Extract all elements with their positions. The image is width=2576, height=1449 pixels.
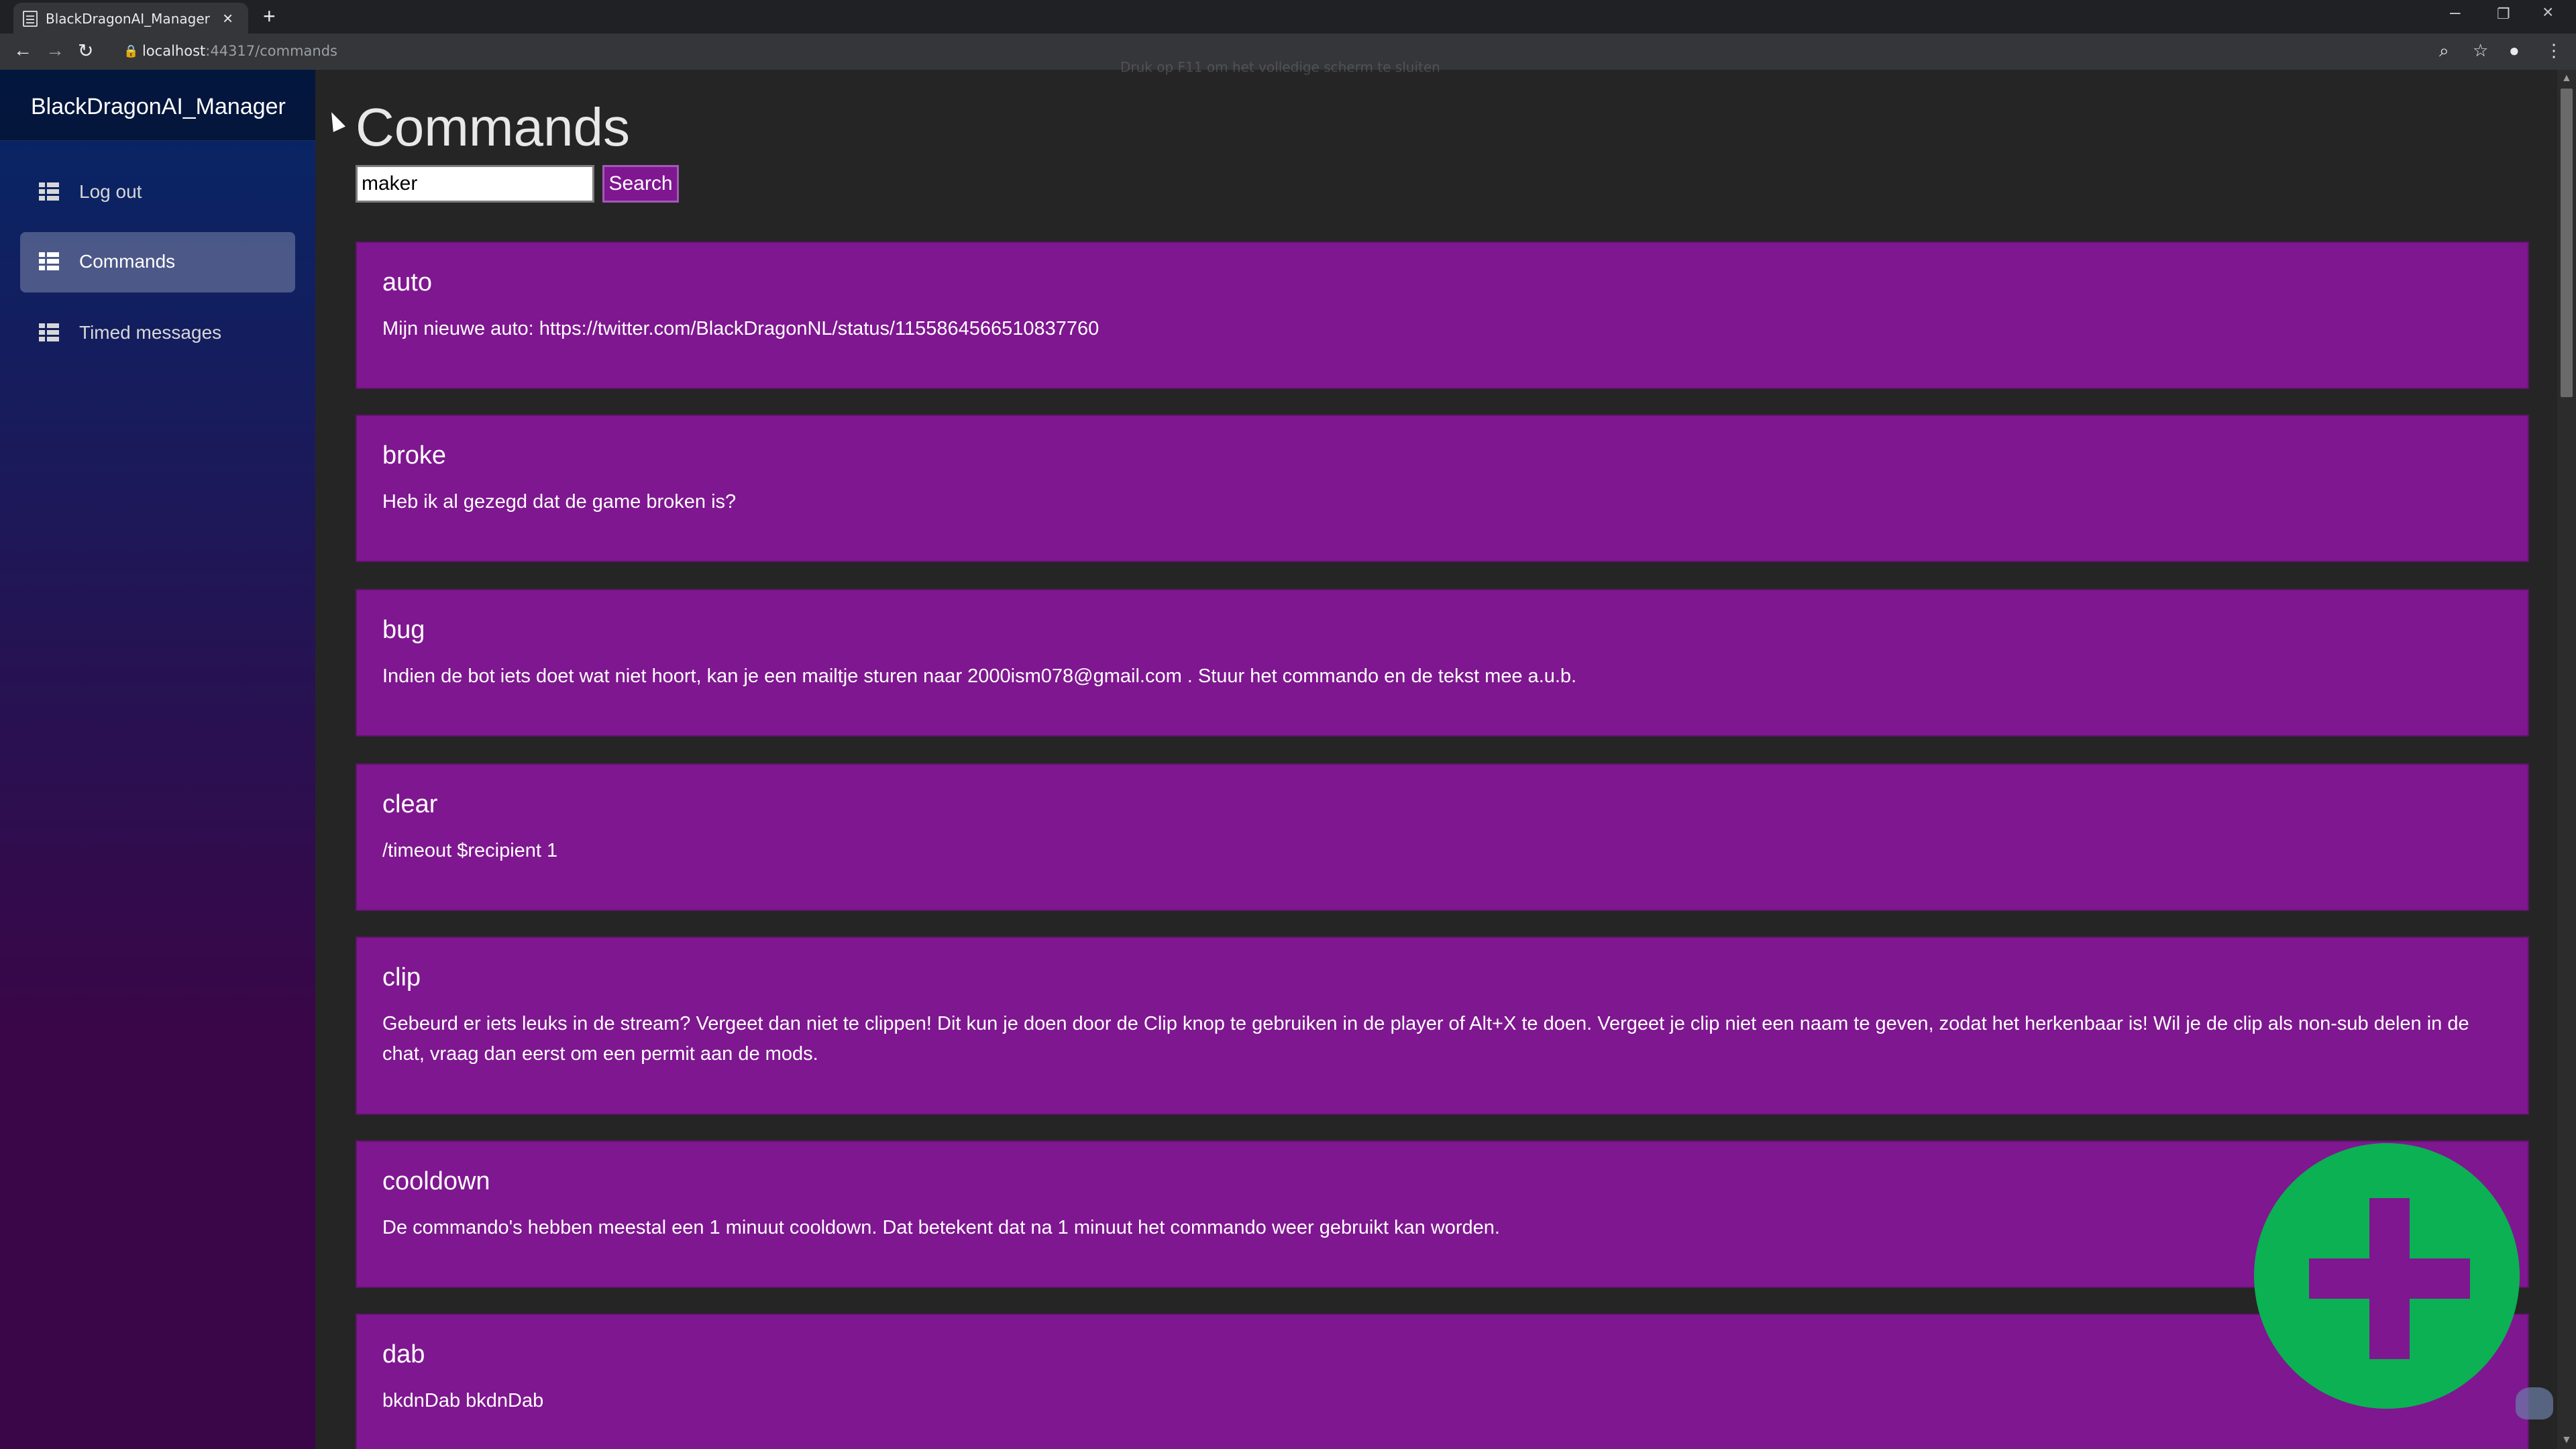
page-icon	[23, 11, 38, 27]
command-text: Mijn nieuwe auto: https://twitter.com/Bl…	[382, 318, 1099, 339]
command-name: clip	[382, 963, 421, 991]
sidebar-item-label: Commands	[79, 251, 176, 272]
bookmark-star-icon[interactable]: ☆	[2473, 40, 2488, 61]
scroll-up-icon[interactable]: ▲	[2561, 72, 2572, 85]
forward-icon[interactable]: →	[46, 40, 64, 61]
restore-icon[interactable]: ❐	[2497, 5, 2510, 23]
list-icon	[39, 323, 59, 342]
reload-icon[interactable]: ↻	[78, 40, 93, 62]
tab-title: BlackDragonAI_Manager	[46, 11, 210, 27]
menu-icon[interactable]: ⋮	[2545, 40, 2563, 61]
close-icon[interactable]: ×	[223, 8, 233, 29]
list-icon	[39, 252, 59, 271]
back-icon[interactable]: ←	[13, 40, 32, 61]
app-brand[interactable]: BlackDragonAI_Manager	[31, 94, 286, 120]
plus-icon	[2309, 1198, 2470, 1359]
profile-icon[interactable]: ●	[2509, 40, 2520, 61]
sidebar-item-label: Log out	[79, 181, 142, 202]
command-card[interactable]: dab bkdnDab bkdnDab	[356, 1313, 2529, 1449]
page-title: Commands	[356, 97, 631, 157]
sidebar-item-timed-messages[interactable]: Timed messages	[20, 303, 295, 364]
command-name: dab	[382, 1340, 425, 1368]
command-name: bug	[382, 616, 425, 644]
command-card[interactable]: clip Gebeurd er iets leuks in de stream?…	[356, 936, 2529, 1115]
command-card[interactable]: broke Heb ik al gezegd dat de game broke…	[356, 415, 2529, 562]
sidebar-item-commands[interactable]: Commands	[20, 232, 295, 292]
sidebar: BlackDragonAI_Manager Log out Commands T…	[0, 70, 315, 1449]
command-text: Heb ik al gezegd dat de game broken is?	[382, 491, 737, 513]
url-field[interactable]: localhost:44317/commands	[142, 43, 337, 59]
search-input[interactable]	[356, 165, 594, 203]
dragon-mascot-icon	[2516, 1387, 2553, 1419]
browser-tabbar: BlackDragonAI_Manager × + – ❐ ×	[0, 0, 2576, 34]
command-card[interactable]: bug Indien de bot iets doet wat niet hoo…	[356, 589, 2529, 737]
command-text: De commando's hebben meestal een 1 minuu…	[382, 1217, 1500, 1238]
command-name: broke	[382, 441, 447, 470]
lock-icon[interactable]: 🔒	[123, 44, 138, 58]
command-text: Indien de bot iets doet wat niet hoort, …	[382, 665, 1577, 687]
browser-tab[interactable]: BlackDragonAI_Manager ×	[13, 3, 248, 34]
scroll-thumb[interactable]	[2561, 89, 2573, 397]
command-name: cooldown	[382, 1167, 490, 1195]
list-icon	[39, 182, 59, 201]
new-tab-button[interactable]: +	[263, 4, 276, 29]
scrollbar[interactable]: ▲ ▼	[2557, 70, 2576, 1449]
command-text: /timeout $recipient 1	[382, 840, 558, 861]
minimize-icon[interactable]: –	[2450, 1, 2461, 23]
command-text: Gebeurd er iets leuks in de stream? Verg…	[382, 1013, 2469, 1065]
window-close-icon[interactable]: ×	[2542, 1, 2553, 23]
command-card[interactable]: clear /timeout $recipient 1	[356, 763, 2529, 911]
sidebar-item-log-out[interactable]: Log out	[20, 162, 295, 223]
command-name: auto	[382, 268, 432, 297]
command-name: clear	[382, 790, 438, 818]
zoom-icon[interactable]: ⌕	[2439, 40, 2449, 62]
main-content: Commands Search auto Mijn nieuwe auto: h…	[315, 70, 2556, 1449]
add-command-button[interactable]	[2254, 1143, 2520, 1409]
sidebar-item-label: Timed messages	[79, 322, 222, 343]
command-text: bkdnDab bkdnDab	[382, 1390, 544, 1411]
search-button[interactable]: Search	[602, 165, 679, 203]
scroll-down-icon[interactable]: ▼	[2561, 1434, 2572, 1446]
command-card[interactable]: auto Mijn nieuwe auto: https://twitter.c…	[356, 241, 2529, 389]
command-card[interactable]: cooldown De commando's hebben meestal ee…	[356, 1140, 2529, 1288]
